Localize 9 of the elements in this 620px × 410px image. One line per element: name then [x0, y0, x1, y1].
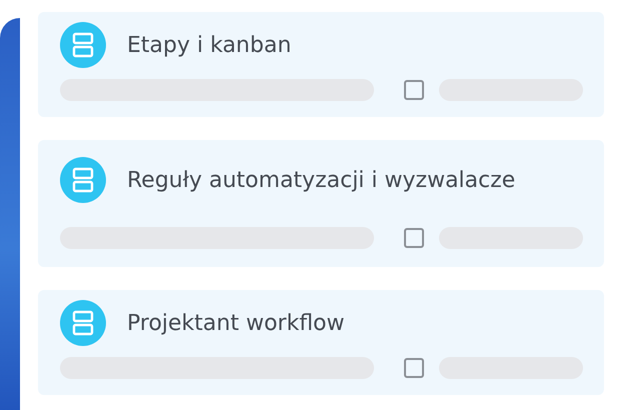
layout-icon — [60, 300, 106, 346]
card-title: Projektant workflow — [127, 310, 345, 336]
checkbox[interactable] — [404, 80, 424, 100]
layout-icon — [60, 157, 106, 203]
card-title: Reguły automatyzacji i wyzwalacze — [127, 168, 516, 192]
layout-icon — [60, 22, 106, 68]
checkbox[interactable] — [404, 228, 424, 248]
checkbox[interactable] — [404, 358, 424, 378]
card-title: Etapy i kanban — [127, 32, 292, 58]
